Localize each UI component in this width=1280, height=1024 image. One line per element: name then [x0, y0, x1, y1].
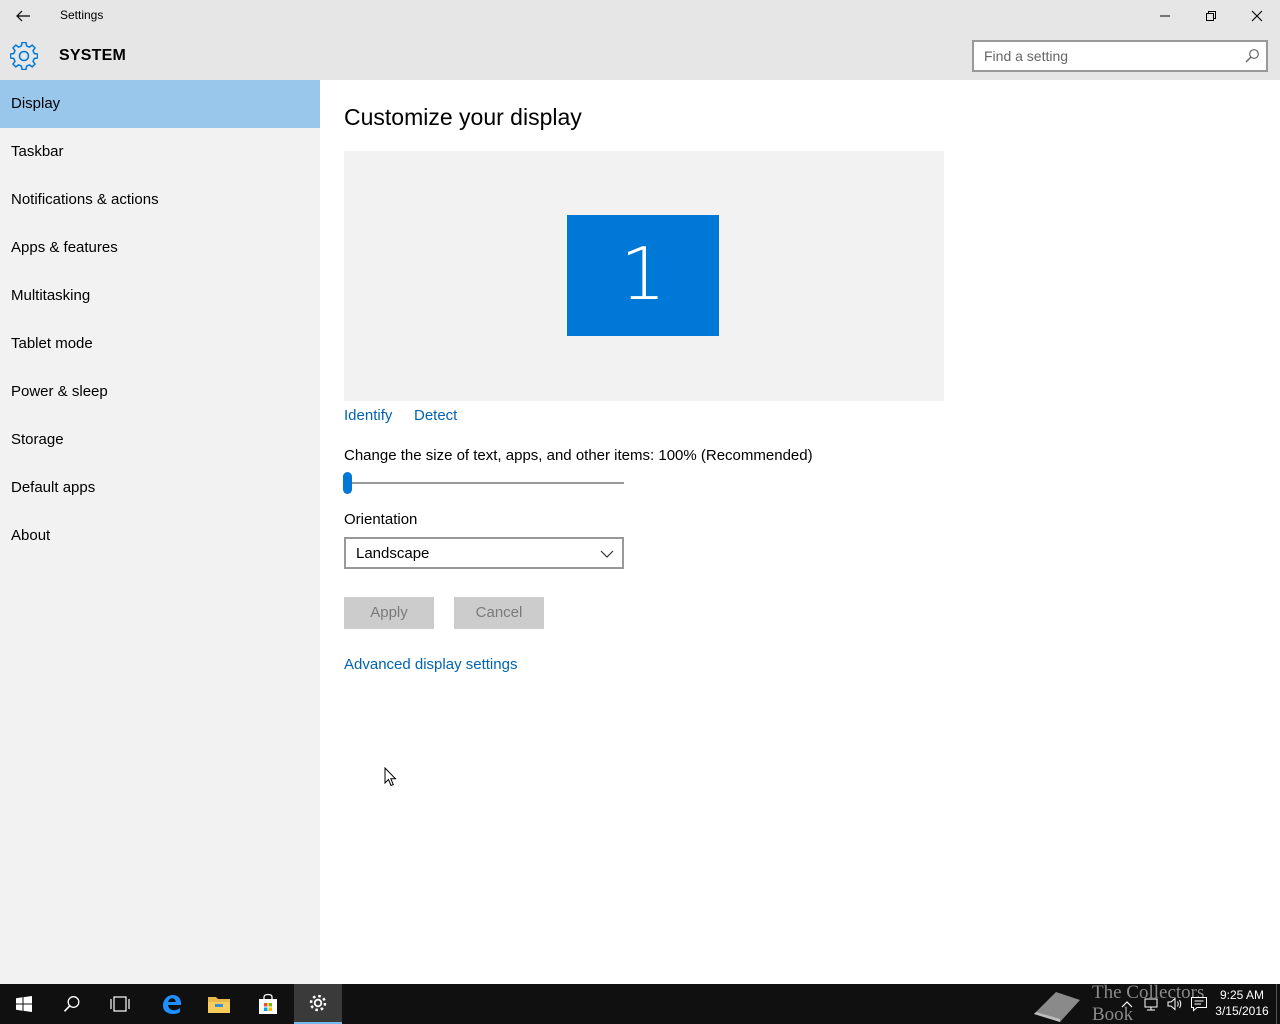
network-icon	[1144, 998, 1158, 1011]
clock-time: 9:25 AM	[1219, 988, 1265, 1002]
start-icon	[16, 996, 32, 1012]
settings-taskbar-button[interactable]	[294, 984, 342, 1024]
task-view-icon	[110, 996, 130, 1012]
store-taskbar-button[interactable]	[244, 984, 292, 1024]
file-explorer-taskbar-button[interactable]	[195, 984, 243, 1024]
taskbar: The Collectors Book 9:25 AM 3/15/2016	[0, 982, 1280, 1024]
sidebar: Display Taskbar Notifications & actions …	[0, 80, 320, 984]
window-title: Settings	[60, 8, 104, 22]
orientation-dropdown[interactable]: Landscape	[344, 537, 624, 569]
scale-slider-track[interactable]	[344, 482, 624, 484]
file-explorer-icon	[208, 997, 230, 1013]
chevron-up-icon	[1121, 1001, 1133, 1008]
restore-icon	[1206, 11, 1216, 21]
volume-tray-button[interactable]	[1164, 984, 1186, 1024]
restore-button[interactable]	[1188, 0, 1234, 32]
volume-icon	[1167, 997, 1182, 1011]
page-title: Customize your display	[344, 104, 582, 130]
section-title: SYSTEM	[59, 47, 126, 64]
detect-link[interactable]: Detect	[414, 407, 457, 424]
sidebar-item-multitasking[interactable]: Multitasking	[0, 272, 320, 320]
chevron-down-icon	[600, 550, 614, 558]
apply-button[interactable]: Apply	[344, 597, 434, 629]
sidebar-item-power-sleep[interactable]: Power & sleep	[0, 368, 320, 416]
taskbar-clock[interactable]: 9:25 AM 3/15/2016	[1210, 987, 1274, 1019]
orientation-value: Landscape	[356, 545, 430, 562]
monitor-1-tile[interactable]: 1	[567, 215, 719, 336]
edge-taskbar-button[interactable]	[147, 984, 195, 1024]
search-input[interactable]	[984, 47, 1234, 65]
settings-icon	[309, 994, 327, 1012]
show-desktop-button[interactable]	[1276, 984, 1280, 1024]
title-bar: Settings	[0, 0, 1280, 32]
back-arrow-icon	[16, 10, 30, 22]
cancel-button[interactable]: Cancel	[454, 597, 544, 629]
search-box[interactable]	[972, 40, 1268, 72]
book-icon	[1034, 992, 1080, 1022]
task-view-button[interactable]	[96, 984, 144, 1024]
sidebar-item-apps-features[interactable]: Apps & features	[0, 224, 320, 272]
gear-icon	[10, 42, 38, 70]
sidebar-item-about[interactable]: About	[0, 512, 320, 560]
identify-link[interactable]: Identify	[344, 407, 392, 424]
scale-label: Change the size of text, apps, and other…	[344, 447, 813, 464]
scale-slider-thumb[interactable]	[343, 472, 352, 494]
close-button[interactable]	[1234, 0, 1280, 32]
back-button[interactable]	[0, 0, 46, 32]
edge-icon	[163, 995, 181, 1014]
store-icon	[259, 993, 277, 1014]
sidebar-item-taskbar[interactable]: Taskbar	[0, 128, 320, 176]
action-center-button[interactable]	[1188, 984, 1210, 1024]
settings-header: SYSTEM	[0, 32, 1280, 80]
search-icon	[63, 996, 80, 1012]
minimize-icon	[1160, 15, 1170, 17]
sidebar-item-notifications[interactable]: Notifications & actions	[0, 176, 320, 224]
sidebar-item-display[interactable]: Display	[0, 80, 320, 128]
minimize-button[interactable]	[1142, 0, 1188, 32]
show-hidden-icons-button[interactable]	[1118, 984, 1136, 1024]
close-icon	[1251, 10, 1263, 22]
action-center-icon	[1191, 997, 1207, 1012]
start-button[interactable]	[0, 984, 48, 1024]
clock-date: 3/15/2016	[1215, 1004, 1269, 1018]
orientation-label: Orientation	[344, 511, 418, 528]
sidebar-item-default-apps[interactable]: Default apps	[0, 464, 320, 512]
taskbar-search-button[interactable]	[48, 984, 96, 1024]
search-icon[interactable]	[1244, 48, 1260, 64]
mouse-cursor-icon	[384, 767, 397, 787]
advanced-display-settings-link[interactable]: Advanced display settings	[344, 656, 517, 673]
sidebar-item-tablet-mode[interactable]: Tablet mode	[0, 320, 320, 368]
network-tray-button[interactable]	[1140, 984, 1162, 1024]
display-preview: 1	[344, 151, 944, 401]
sidebar-item-storage[interactable]: Storage	[0, 416, 320, 464]
